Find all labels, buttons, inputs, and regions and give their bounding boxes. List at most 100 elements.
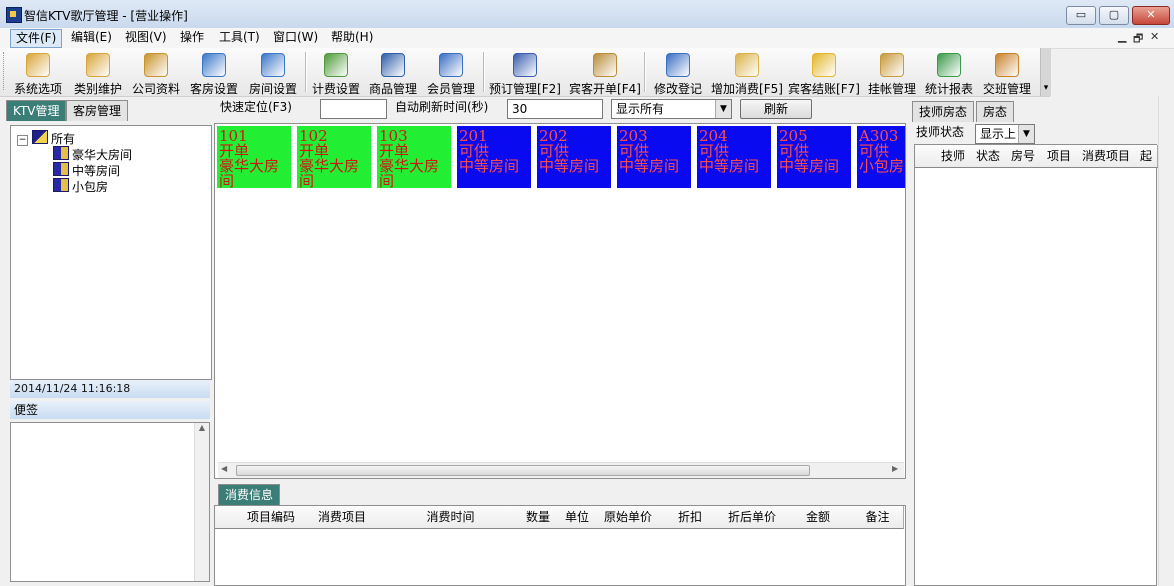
company-info-button[interactable]: 公司资料 bbox=[128, 50, 184, 96]
row-selector-header bbox=[215, 506, 242, 529]
room-tile-102[interactable]: 102 开单 豪华大房间 bbox=[297, 126, 371, 188]
menu-view[interactable]: 视图(V) bbox=[120, 29, 172, 46]
quick-locate-input[interactable] bbox=[320, 99, 387, 119]
mdi-restore-button[interactable]: 🗗 bbox=[1133, 30, 1143, 49]
room-grid-hscrollbar[interactable]: ◀ ▶ bbox=[218, 462, 904, 478]
menu-help[interactable]: 帮助(H) bbox=[326, 29, 378, 46]
member-management-button[interactable]: 会员管理 bbox=[422, 50, 480, 96]
auto-refresh-input[interactable]: 30 bbox=[507, 99, 603, 119]
toolbar-button-label: 交班管理 bbox=[982, 82, 1031, 96]
scroll-right-icon[interactable]: ▶ bbox=[892, 464, 898, 473]
consume-column-header[interactable]: 备注 bbox=[852, 506, 904, 529]
menu-tools[interactable]: 工具(T) bbox=[214, 29, 265, 46]
toolbar-button-label: 商品管理 bbox=[368, 82, 417, 96]
consume-column-header[interactable]: 数量 bbox=[518, 506, 559, 529]
toolbar-overflow-button[interactable]: ▾ bbox=[1040, 48, 1051, 96]
consume-column-header[interactable]: 消费时间 bbox=[383, 506, 519, 529]
tree-item-small[interactable]: 小包房 bbox=[11, 178, 211, 194]
guest-checkout-button[interactable]: 宾客结账[F7] bbox=[785, 50, 863, 96]
tab-technician-status[interactable]: 技师房态 bbox=[912, 101, 975, 122]
tree-item-medium[interactable]: 中等房间 bbox=[11, 162, 211, 178]
technician-status-label: 技师状态 bbox=[916, 125, 965, 139]
chevron-down-icon[interactable]: ▼ bbox=[1018, 125, 1034, 143]
technician-status-select[interactable]: 显示上 ▼ bbox=[975, 124, 1035, 144]
room-grid: 101 开单 豪华大房间 102 开单 豪华大房间 103 开单 豪华大房间 201 可供 中等房间 2… bbox=[214, 123, 906, 479]
toolbar-button-label: 计费设置 bbox=[311, 82, 360, 96]
modify-registration-button[interactable]: 修改登记 bbox=[648, 50, 708, 96]
menu-file[interactable]: 文件(F) bbox=[10, 29, 63, 48]
maximize-button[interactable]: ▢ bbox=[1099, 6, 1129, 25]
tree-item-all[interactable]: − 所有 bbox=[11, 126, 211, 146]
statistics-report-button[interactable]: 统计报表 bbox=[920, 50, 978, 96]
shift-handover-button[interactable]: 交班管理 bbox=[978, 50, 1036, 96]
room-tile-205[interactable]: 205 可供 中等房间 bbox=[777, 126, 851, 188]
right-scrollbar[interactable] bbox=[1158, 96, 1174, 586]
technician-column-header[interactable]: 技师 bbox=[935, 145, 972, 168]
room-tile-103[interactable]: 103 开单 豪华大房间 bbox=[377, 126, 451, 188]
technician-column-header[interactable]: 项目 bbox=[1041, 145, 1078, 168]
consume-column-header[interactable]: 消费项目 bbox=[301, 506, 384, 529]
tab-consumption-info[interactable]: 消费信息 bbox=[218, 484, 281, 505]
tab-room-status[interactable]: 房态 bbox=[976, 101, 1015, 122]
technician-column-header[interactable]: 房号 bbox=[1005, 145, 1042, 168]
goods-management-button[interactable]: 商品管理 bbox=[364, 50, 422, 96]
toolbar-button-label: 房间设置 bbox=[248, 82, 297, 96]
room-tile-202[interactable]: 202 可供 中等房间 bbox=[537, 126, 611, 188]
room-settings-button[interactable]: 客房设置 bbox=[184, 50, 244, 96]
menu-edit[interactable]: 编辑(E) bbox=[66, 29, 117, 46]
booking-management-button[interactable]: 预订管理[F2] bbox=[486, 50, 564, 96]
tree-item-label: 豪华大房间 bbox=[72, 148, 133, 162]
tab-room-management[interactable]: 客房管理 bbox=[66, 100, 129, 121]
room-type: 小包房 bbox=[859, 157, 905, 175]
chevron-down-icon[interactable]: ▼ bbox=[715, 100, 731, 118]
collapse-icon[interactable]: − bbox=[17, 135, 28, 146]
building-icon bbox=[202, 53, 226, 77]
scroll-thumb[interactable] bbox=[236, 465, 810, 476]
mdi-close-button[interactable]: ✕ bbox=[1150, 30, 1159, 43]
room-tile-a303[interactable]: A303 可供 小包房 bbox=[857, 126, 905, 188]
building-icon bbox=[261, 53, 285, 77]
hammer-icon bbox=[26, 53, 50, 77]
minimize-button[interactable]: ▭ bbox=[1066, 6, 1096, 25]
consume-column-header[interactable]: 单位 bbox=[558, 506, 597, 529]
mdi-minimize-button[interactable]: ▁ bbox=[1118, 30, 1126, 43]
notes-textarea[interactable]: ▲ bbox=[10, 422, 210, 582]
technician-status-value: 显示上 bbox=[980, 127, 1017, 141]
technician-column-header[interactable]: 消费项目 bbox=[1077, 145, 1136, 168]
room-tile-101[interactable]: 101 开单 豪华大房间 bbox=[217, 126, 291, 188]
category-maintenance-button[interactable]: 类别维护 bbox=[68, 50, 128, 96]
scroll-up-icon[interactable]: ▲ bbox=[195, 423, 209, 432]
consume-column-header[interactable]: 折后单价 bbox=[720, 506, 785, 529]
toolbar-grip bbox=[3, 52, 7, 90]
toolbar-button-label: 增加消费[F5] bbox=[711, 82, 783, 96]
room-tile-201[interactable]: 201 可供 中等房间 bbox=[457, 126, 531, 188]
notes-scrollbar[interactable]: ▲ bbox=[194, 423, 209, 581]
technician-column-header[interactable]: 状态 bbox=[971, 145, 1006, 168]
refresh-button[interactable]: 刷新 bbox=[740, 99, 812, 119]
app-icon bbox=[6, 7, 22, 23]
display-filter-value: 显示所有 bbox=[616, 102, 665, 116]
toolbar-button-label: 系统选项 bbox=[13, 82, 62, 96]
menu-operation[interactable]: 操作 bbox=[175, 29, 209, 46]
toolbar-button-label: 客房设置 bbox=[189, 82, 238, 96]
menu-window[interactable]: 窗口(W) bbox=[268, 29, 323, 46]
tree-item-deluxe[interactable]: 豪华大房间 bbox=[11, 146, 211, 162]
consume-column-header[interactable]: 金额 bbox=[784, 506, 853, 529]
display-filter-select[interactable]: 显示所有 ▼ bbox=[611, 99, 732, 119]
room-tile-204[interactable]: 204 可供 中等房间 bbox=[697, 126, 771, 188]
credit-management-button[interactable]: 挂帐管理 bbox=[864, 50, 920, 96]
room-config-button[interactable]: 房间设置 bbox=[244, 50, 302, 96]
close-button[interactable]: ✕ bbox=[1132, 6, 1170, 25]
add-consumption-button[interactable]: 增加消费[F5] bbox=[708, 50, 786, 96]
consume-column-header[interactable]: 原始单价 bbox=[596, 506, 661, 529]
room-tile-203[interactable]: 203 可供 中等房间 bbox=[617, 126, 691, 188]
scroll-left-icon[interactable]: ◀ bbox=[221, 464, 227, 473]
consume-column-header[interactable]: 折扣 bbox=[660, 506, 721, 529]
technician-column-header[interactable]: 起 bbox=[1135, 145, 1158, 168]
guest-open-bill-button[interactable]: 宾客开单[F4] bbox=[565, 50, 645, 96]
consume-column-header[interactable]: 项目编码 bbox=[241, 506, 302, 529]
tab-ktv-management[interactable]: KTV管理 bbox=[6, 100, 67, 121]
window-title: 智信KTV歌厅管理 - [营业操作] bbox=[24, 9, 188, 23]
system-options-button[interactable]: 系统选项 bbox=[8, 50, 68, 96]
billing-settings-button[interactable]: 计费设置 bbox=[308, 50, 364, 96]
